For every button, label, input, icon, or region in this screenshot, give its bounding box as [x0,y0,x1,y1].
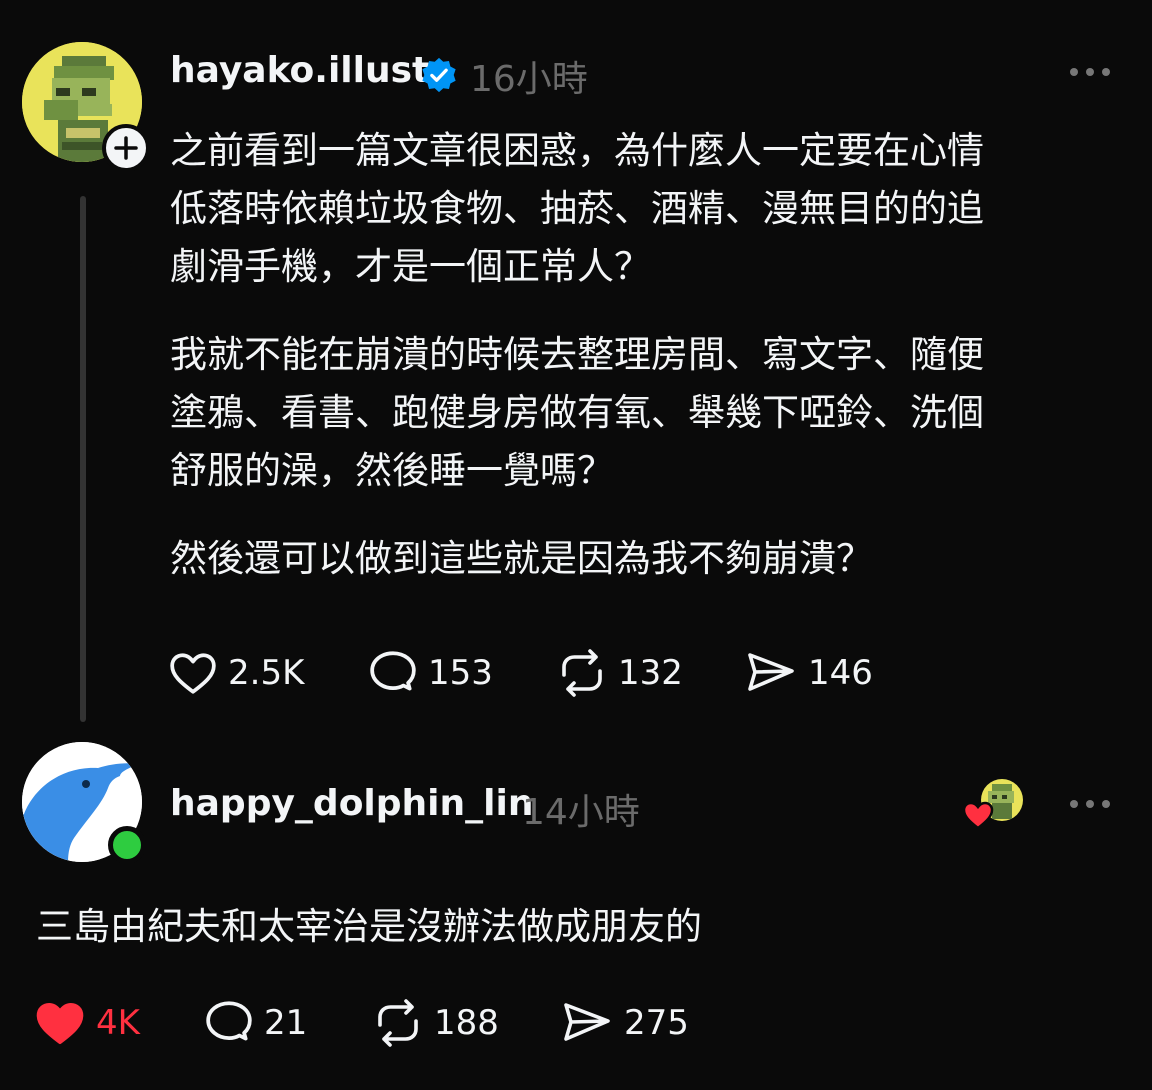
text-line: 舒服的澡，然後睡一覺嗎？ [170,449,614,492]
comment-count: 153 [428,653,493,693]
text-line: 劇滑手機，才是一個正常人？ [170,245,651,288]
share-icon [748,653,794,691]
like-count: 2.5K [228,653,305,693]
reply-comment-button[interactable]: 21 [204,998,307,1048]
reply-share-button[interactable]: 275 [562,998,689,1048]
reply-repost-button[interactable]: 188 [372,998,499,1048]
liked-heart-icon [36,1002,84,1045]
text-line: 之前看到一篇文章很困惑，為什麼人一定要在心情 [170,129,984,172]
thread-line [80,196,86,722]
post-share-button[interactable]: 146 [746,648,873,698]
share-icon [564,1003,610,1041]
online-status-icon [108,826,146,864]
text-line: 低落時依賴垃圾食物、抽菸、酒精、漫無目的的追 [170,187,984,230]
text-line: 然後還可以做到這些就是因為我不夠崩潰？ [170,537,873,580]
post-like-button[interactable]: 2.5K [168,648,304,698]
post-paragraph-1: 之前看到一篇文章很困惑，為什麼人一定要在心情 低落時依賴垃圾食物、抽菸、酒精、漫… [170,122,1100,296]
reply-like-button[interactable]: 4K [34,998,140,1048]
text-line: 我就不能在崩潰的時候去整理房間、寫文字、隨便 [170,333,984,376]
reply-like-count: 4K [96,1003,140,1043]
reply-comment-count: 21 [264,1003,308,1043]
post-repost-button[interactable]: 132 [556,648,683,698]
post-comment-button[interactable]: 153 [368,648,493,698]
post-username[interactable]: hayako.illust [170,50,429,91]
repost-icon [562,649,602,697]
reply-more-icon[interactable] [1066,796,1114,812]
repost-count: 132 [618,653,683,693]
post-paragraph-2: 我就不能在崩潰的時候去整理房間、寫文字、隨便 塗鴉、看書、跑健身房做有氧、舉幾下… [170,326,1100,500]
comment-icon [370,651,416,691]
reply-username[interactable]: happy_dolphin_lin [170,783,533,824]
repost-icon [378,999,418,1047]
comment-icon [206,1001,252,1041]
share-count: 146 [808,653,873,693]
reply-text: 三島由紀夫和太宰治是沒辦法做成朋友的 [36,905,702,948]
follow-plus-icon[interactable] [102,124,150,172]
post-time: 16小時 [470,59,588,100]
heart-icon [170,653,216,694]
reply-time: 14小時 [522,792,640,833]
reply-repost-count: 188 [434,1003,499,1043]
liked-by-author-icon [962,778,1026,832]
text-line: 塗鴉、看書、跑健身房做有氧、舉幾下啞鈴、洗個 [170,391,984,434]
verified-badge-icon [420,56,458,98]
post-paragraph-3: 然後還可以做到這些就是因為我不夠崩潰？ [170,530,1100,588]
reply-share-count: 275 [624,1003,689,1043]
post-more-icon[interactable] [1066,64,1114,80]
post-body: 之前看到一篇文章很困惑，為什麼人一定要在心情 低落時依賴垃圾食物、抽菸、酒精、漫… [170,122,1100,588]
